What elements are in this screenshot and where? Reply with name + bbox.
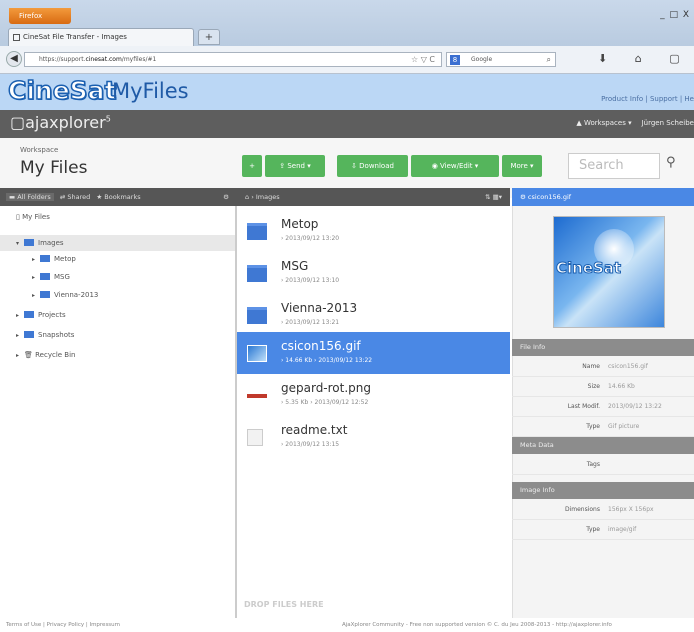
tree-item-metop[interactable]: ▸ Metop: [32, 252, 76, 266]
folder-icon: [24, 331, 34, 338]
file-info-icon: ⚙: [520, 193, 528, 201]
meta-data-section-header[interactable]: Meta Data: [512, 437, 694, 454]
product-links[interactable]: Product Info | Support | He: [601, 95, 694, 103]
drop-zone[interactable]: DROP FILES HERE: [244, 600, 324, 609]
tree-item-recycle-bin[interactable]: ▸ 🗑 Recycle Bin: [16, 348, 75, 362]
footer-links[interactable]: Terms of Use | Privacy Policy | Impressu…: [6, 618, 120, 632]
workspace-title: My Files: [20, 158, 88, 178]
ajaxplorer-bar: ▢ajaxplorer5 ▲ Workspaces ▾ Jürgen Scheib…: [0, 110, 694, 138]
bookmark-star-icon[interactable]: ☆ ▽ C: [411, 53, 435, 67]
list-item[interactable]: readme.txt › 2013/09/12 13:15: [237, 416, 510, 458]
page-footer: Terms of Use | Privacy Policy | Impressu…: [0, 618, 694, 632]
add-button[interactable]: +: [242, 155, 262, 177]
folder-icon: [247, 223, 267, 240]
image-info-section-header[interactable]: Image Info: [512, 482, 694, 499]
cinesat-logo[interactable]: CineSat: [7, 75, 117, 106]
folder-icon: [40, 291, 50, 298]
magnifier-icon[interactable]: ⌕: [547, 53, 551, 67]
image-thumbnail-icon: [247, 345, 267, 362]
url-bar[interactable]: https://support.cinesat.com/myfiles/#1 ☆ …: [24, 52, 442, 67]
info-row-name: Name csicon156.gif: [512, 357, 694, 377]
breadcrumb[interactable]: ⌂ › Images: [245, 193, 280, 201]
trash-icon: 🗑: [24, 351, 33, 359]
page-icon: [13, 34, 20, 41]
info-panel-header: ⚙ csicon156.gif: [512, 188, 694, 206]
back-arrow-icon[interactable]: ◀: [6, 51, 22, 67]
workspace-label: Workspace: [20, 146, 59, 154]
preview-logo: CineSat: [555, 259, 622, 278]
browser-search-box[interactable]: 8 Google ⌕: [446, 52, 556, 67]
browser-titlebar: Firefox _ □ X CineSat File Transfer - Im…: [0, 0, 694, 46]
list-item[interactable]: MSG › 2013/09/12 13:10: [237, 252, 510, 294]
info-row-size: Size 14.66 Kb: [512, 377, 694, 397]
sort-view-controls[interactable]: ⇅ ▦▾: [485, 188, 502, 206]
tree-item-images[interactable]: ▾ Images: [16, 236, 64, 250]
info-row-tags[interactable]: Tags: [512, 455, 694, 475]
file-info-section-header[interactable]: File Info: [512, 339, 694, 356]
workspaces-menu[interactable]: ▲ Workspaces ▾: [576, 119, 631, 127]
info-row-modified: Last Modif. 2013/09/12 13:22: [512, 397, 694, 417]
download-button[interactable]: ⇩ Download: [337, 155, 408, 177]
user-menu[interactable]: ▲ Workspaces ▾ Jürgen Scheibe: [576, 119, 694, 127]
footer-copyright: AjaXplorer Community - Free non supporte…: [342, 622, 612, 628]
folder-icon: [24, 311, 34, 318]
left-panel-header: ▬ All Folders ⇄ Shared ★ Bookmarks ⚙: [0, 188, 237, 206]
view-edit-button[interactable]: ◉ View/Edit ▾: [411, 155, 499, 177]
search-icon[interactable]: ⚲: [666, 155, 676, 170]
firefox-menu-button[interactable]: Firefox: [9, 8, 71, 24]
tree-item-snapshots[interactable]: ▸ Snapshots: [16, 328, 74, 342]
tab-bookmarks[interactable]: ★ Bookmarks: [96, 193, 140, 201]
myfiles-title: MyFiles: [112, 79, 189, 103]
browser-navbar: ◀ https://support.cinesat.com/myfiles/#1…: [0, 46, 694, 74]
info-row-type: Type Gif picture: [512, 417, 694, 437]
send-button[interactable]: ⇪ Send ▾: [265, 155, 325, 177]
info-row-dimensions: Dimensions 156px X 156px: [512, 500, 694, 520]
tree-item-projects[interactable]: ▸ Projects: [16, 308, 66, 322]
folder-icon: [247, 307, 267, 324]
search-input[interactable]: Search: [568, 153, 660, 179]
tab-title: CineSat File Transfer - Images: [23, 33, 127, 41]
google-icon: 8: [450, 55, 460, 65]
more-button[interactable]: More ▾: [502, 155, 542, 177]
folder-icon: [40, 273, 50, 280]
file-list: Metop › 2013/09/12 13:20 MSG › 2013/09/12 …: [237, 206, 510, 618]
tab-all-folders[interactable]: ▬ All Folders: [6, 193, 54, 201]
info-filename: csicon156.gif: [527, 193, 572, 201]
url-path: /myfiles/#1: [121, 56, 157, 63]
tree-item-msg[interactable]: ▸ MSG: [32, 270, 70, 284]
url-host: cinesat.com: [85, 56, 122, 63]
tree-item-my-files[interactable]: ▯ My Files: [8, 210, 50, 224]
folder-icon: [40, 255, 50, 262]
gear-icon[interactable]: ⚙: [223, 188, 229, 206]
toolbar-icons[interactable]: ⬇ ⌂ ▢: [598, 52, 692, 65]
file-list-header: ⌂ › Images ⇅ ▦▾: [237, 188, 510, 206]
new-tab-button[interactable]: +: [198, 29, 220, 45]
folder-tree: ▯ My Files ▾ Images ▸ Metop ▸ MSG ▸ Vienna-2…: [0, 206, 237, 618]
preview-image[interactable]: CineSat: [553, 216, 665, 328]
url-prefix: https://support.: [39, 56, 86, 63]
tab-shared[interactable]: ⇄ Shared: [60, 193, 90, 201]
list-item[interactable]: gepard-rot.png › 5.35 Kb › 2013/09/12 12:…: [237, 374, 510, 416]
ajaxplorer-logo: ▢ajaxplorer5: [10, 113, 111, 132]
text-file-icon: [247, 429, 263, 446]
folder-icon: [247, 265, 267, 282]
info-row-image-type: Type image/gif: [512, 520, 694, 540]
browser-tab[interactable]: CineSat File Transfer - Images: [8, 28, 194, 46]
window-controls[interactable]: _ □ X: [660, 10, 690, 20]
search-engine-label: Google: [471, 56, 493, 63]
user-name[interactable]: Jürgen Scheibe: [642, 119, 694, 127]
list-item[interactable]: Metop › 2013/09/12 13:20: [237, 210, 510, 252]
folder-icon: [24, 239, 34, 246]
tree-item-vienna[interactable]: ▸ Vienna-2013: [32, 288, 98, 302]
list-item[interactable]: Vienna-2013 › 2013/09/12 13:21: [237, 294, 510, 336]
list-item-selected[interactable]: csicon156.gif › 14.66 Kb › 2013/09/12 13:…: [237, 332, 510, 374]
brand-header: CineSat MyFiles Product Info | Support |…: [0, 74, 694, 110]
image-thumbnail-icon: [247, 394, 267, 398]
